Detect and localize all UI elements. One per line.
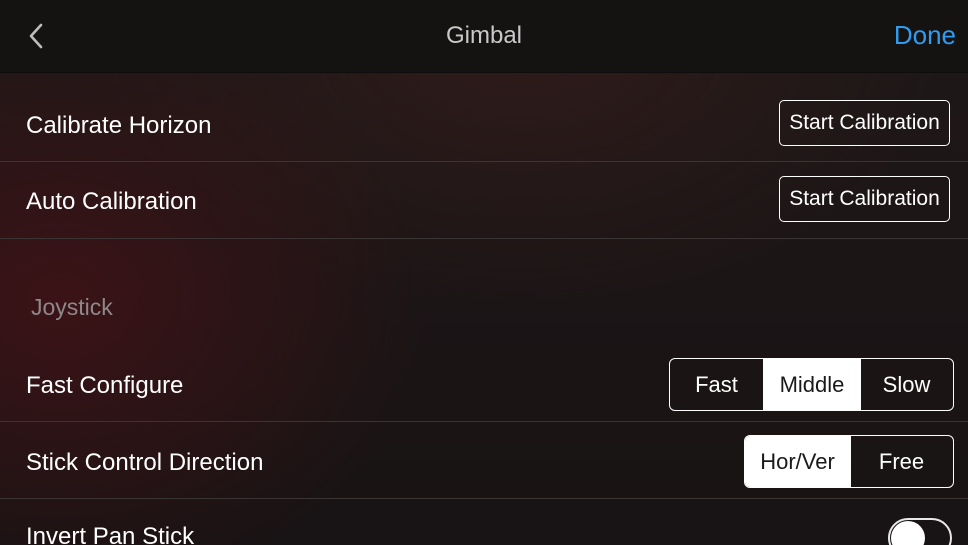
fast-configure-segmented-control: Fast Middle Slow (669, 358, 954, 411)
done-button[interactable]: Done (894, 20, 956, 51)
invert-pan-stick-toggle[interactable] (888, 518, 952, 545)
nav-bar: Gimbal Done (0, 0, 968, 73)
page-title: Gimbal (445, 22, 523, 49)
fast-configure-option-slow[interactable]: Slow (860, 359, 952, 410)
fast-configure-option-fast[interactable]: Fast (670, 359, 763, 410)
stick-control-option-horver[interactable]: Hor/Ver (745, 436, 850, 487)
joystick-section-header: Joystick (31, 294, 113, 320)
calibrate-horizon-label: Calibrate Horizon (26, 112, 212, 139)
fast-configure-row: Fast Configure Fast Middle Slow (0, 345, 968, 421)
fast-configure-option-middle[interactable]: Middle (763, 359, 860, 410)
stick-control-direction-row: Stick Control Direction Hor/Ver Free (0, 422, 968, 498)
auto-calibration-label: Auto Calibration (26, 188, 197, 215)
calibrate-horizon-row: Calibrate Horizon Start Calibration (0, 72, 968, 162)
calibrate-horizon-start-button[interactable]: Start Calibration (779, 100, 950, 146)
invert-pan-stick-row: Invert Pan Stick (0, 499, 968, 545)
auto-calibration-row: Auto Calibration Start Calibration (0, 162, 968, 238)
divider (0, 238, 968, 239)
fast-configure-label: Fast Configure (26, 372, 184, 399)
stick-control-direction-segmented-control: Hor/Ver Free (744, 435, 954, 488)
auto-calibration-start-button[interactable]: Start Calibration (779, 176, 950, 222)
toggle-knob (891, 521, 925, 545)
stick-control-direction-label: Stick Control Direction (26, 449, 264, 476)
stick-control-option-free[interactable]: Free (850, 436, 952, 487)
invert-pan-stick-label: Invert Pan Stick (26, 523, 195, 545)
